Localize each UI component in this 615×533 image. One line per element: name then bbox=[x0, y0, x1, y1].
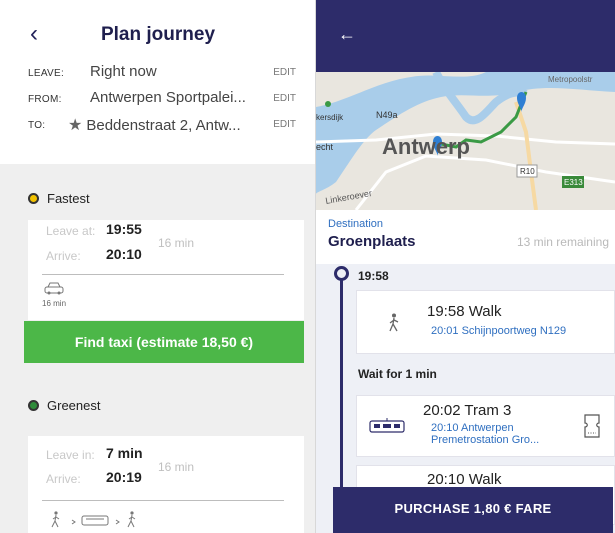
map-road-label: E313 bbox=[564, 178, 583, 187]
leave-value: Right now bbox=[90, 63, 157, 80]
top-bar: ← bbox=[316, 0, 615, 72]
fastest-leave-label: Leave at: bbox=[46, 224, 96, 238]
fastest-duration: 16 min bbox=[158, 236, 195, 250]
fastest-arrive-time: 20:10 bbox=[106, 246, 142, 262]
fastest-leave-time: 19:55 bbox=[106, 221, 142, 237]
map-label: Metropoolstr bbox=[548, 75, 593, 84]
greenest-card[interactable]: Leave in: 7 min Arrive: 20:19 16 min bbox=[28, 436, 304, 533]
plan-header: ‹ Plan journey LEAVE: Right now EDIT FRO… bbox=[0, 0, 315, 164]
fastest-heading-label: Fastest bbox=[47, 191, 90, 206]
back-arrow-icon[interactable]: ← bbox=[338, 24, 356, 45]
timeline-line bbox=[340, 272, 343, 512]
step-walk-card[interactable]: 19:58 Walk 20:01 Schijnpoortweg N129 bbox=[356, 290, 615, 354]
from-label: FROM: bbox=[28, 94, 62, 105]
fastest-heading: Fastest bbox=[28, 191, 90, 206]
greenest-heading: Greenest bbox=[28, 398, 100, 413]
journey-detail-panel: ← N49a kersdijk echt Antwerp Metropoolst… bbox=[316, 0, 615, 533]
route-map[interactable]: N49a kersdijk echt Antwerp Metropoolstr … bbox=[316, 72, 615, 210]
page-title: Plan journey bbox=[100, 24, 216, 45]
timeline-start-dot-icon bbox=[334, 266, 349, 281]
from-value: Antwerpen Sportpalei... bbox=[90, 89, 246, 106]
greenest-arrive-label: Arrive: bbox=[46, 472, 81, 486]
walk-tram-walk-icons bbox=[50, 511, 190, 529]
greenest-heading-label: Greenest bbox=[47, 398, 101, 413]
fastest-card[interactable]: Leave at: 19:55 Arrive: 20:10 16 min 16 … bbox=[28, 220, 304, 320]
walk-icon bbox=[387, 313, 401, 333]
greenest-arrive-time: 20:19 bbox=[106, 469, 142, 485]
step-title: 19:58 Walk bbox=[427, 303, 502, 320]
destination-label: Destination bbox=[328, 218, 384, 230]
greenest-leave-label: Leave in: bbox=[46, 448, 95, 462]
find-taxi-button[interactable]: Find taxi (estimate 18,50 €) bbox=[24, 321, 304, 363]
start-time: 19:58 bbox=[358, 269, 389, 283]
greenest-duration: 16 min bbox=[158, 460, 195, 474]
destination-name: Groenplaats bbox=[328, 233, 416, 250]
step-subtitle: 20:01 Schijnpoortweg N129 bbox=[431, 325, 567, 337]
taxi-duration: 16 min bbox=[42, 299, 67, 308]
greenest-leave-value: 7 min bbox=[106, 445, 143, 461]
edit-to-button[interactable]: EDIT bbox=[273, 119, 296, 130]
edit-from-button[interactable]: EDIT bbox=[273, 93, 296, 104]
to-row[interactable]: TO: ★ Beddenstraat 2, Antw... EDIT bbox=[28, 114, 296, 138]
plan-journey-panel: ‹ Plan journey LEAVE: Right now EDIT FRO… bbox=[0, 0, 316, 533]
step-title: 20:10 Walk bbox=[427, 471, 502, 488]
purchase-fare-button[interactable]: PURCHASE 1,80 € FARE bbox=[333, 487, 613, 533]
tram-icon bbox=[369, 418, 405, 434]
wait-text: Wait for 1 min bbox=[358, 367, 437, 381]
leave-row[interactable]: LEAVE: Right now EDIT bbox=[28, 62, 296, 86]
star-icon: ★ bbox=[68, 117, 83, 134]
leave-label: LEAVE: bbox=[28, 68, 65, 79]
edit-leave-button[interactable]: EDIT bbox=[273, 67, 296, 78]
map-city-label: Antwerp bbox=[382, 134, 470, 159]
map-label: N49a bbox=[376, 110, 398, 120]
destination-box: Destination Groenplaats 13 min remaining bbox=[316, 210, 615, 264]
greenest-dot-icon bbox=[28, 400, 39, 411]
from-row[interactable]: FROM: Antwerpen Sportpalei... EDIT bbox=[28, 88, 296, 112]
map-label: kersdijk bbox=[316, 113, 344, 122]
step-subtitle-line2: Premetrostation Gro... bbox=[431, 434, 540, 446]
time-remaining: 13 min remaining bbox=[516, 235, 609, 249]
to-value-wrapper: ★ Beddenstraat 2, Antw... bbox=[68, 115, 241, 135]
divider bbox=[42, 500, 284, 501]
step-subtitle-line1: 20:10 Antwerpen bbox=[431, 422, 514, 434]
fastest-arrive-label: Arrive: bbox=[46, 249, 81, 263]
step-title: 20:02 Tram 3 bbox=[423, 402, 512, 419]
to-value: Beddenstraat 2, Antw... bbox=[86, 117, 241, 134]
map-label: echt bbox=[316, 142, 334, 152]
to-label: TO: bbox=[28, 120, 46, 131]
step-tram-card[interactable]: 20:02 Tram 3 20:10 Antwerpen Premetrosta… bbox=[356, 395, 615, 457]
fastest-dot-icon bbox=[28, 193, 39, 204]
taxi-icon bbox=[44, 282, 64, 295]
divider bbox=[42, 274, 284, 275]
map-road-label: R10 bbox=[520, 167, 535, 176]
ticket-icon[interactable] bbox=[584, 414, 600, 438]
